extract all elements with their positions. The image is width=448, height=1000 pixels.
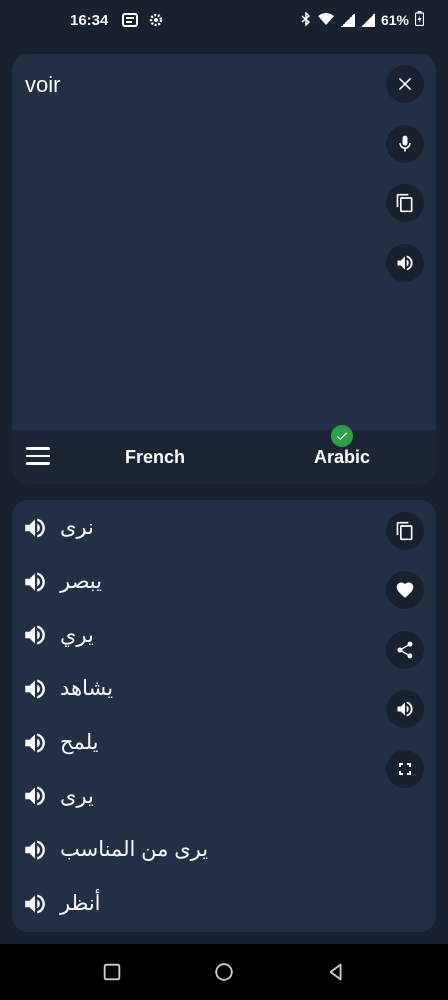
result-text: أنظر (60, 892, 101, 916)
home-icon[interactable] (213, 961, 235, 983)
close-icon (398, 77, 412, 91)
speak-result-button[interactable] (386, 690, 424, 728)
list-item[interactable]: يبصر (22, 554, 362, 608)
target-language[interactable]: Arabic (314, 447, 370, 468)
heart-icon (396, 582, 414, 598)
signal-icon (340, 13, 355, 27)
speaker-icon[interactable] (22, 622, 48, 648)
result-text: يري (60, 623, 94, 647)
status-indicators: 61% (301, 10, 425, 29)
notification-icon (122, 13, 139, 27)
list-item[interactable]: يرى (22, 768, 362, 822)
speaker-icon (397, 701, 413, 717)
list-item[interactable]: أنظر (22, 876, 362, 930)
result-list: نرى يبصر يري يشاهد يلمح يرى يرى من المنا… (22, 500, 362, 930)
list-item[interactable]: يشاهد (22, 661, 362, 715)
favorite-button[interactable] (386, 571, 424, 609)
clear-button[interactable] (386, 65, 424, 103)
bluetooth-icon (301, 10, 311, 29)
fullscreen-icon (399, 763, 411, 775)
speaker-icon (397, 255, 413, 271)
speak-input-button[interactable] (386, 244, 424, 282)
microphone-button[interactable] (386, 125, 424, 163)
list-item[interactable]: يري (22, 607, 362, 661)
speaker-icon[interactable] (22, 515, 48, 541)
recents-icon[interactable] (101, 961, 123, 983)
speaker-icon[interactable] (22, 569, 48, 595)
result-text: نرى (60, 516, 94, 540)
list-item[interactable]: يرى من المناسب (22, 822, 362, 876)
status-time: 16:34 (70, 11, 109, 29)
share-button[interactable] (386, 631, 424, 669)
check-icon (331, 425, 353, 447)
copy-icon (396, 193, 413, 213)
wifi-icon (317, 12, 335, 29)
speaker-icon[interactable] (22, 676, 48, 702)
microphone-icon (399, 135, 411, 152)
result-text: يرى من المناسب (60, 838, 209, 862)
signal-icon-2 (360, 13, 375, 27)
speaker-icon[interactable] (22, 783, 48, 809)
speaker-icon[interactable] (22, 891, 48, 917)
copy-icon (396, 521, 413, 541)
list-item[interactable]: نرى (22, 500, 362, 554)
back-icon[interactable] (325, 961, 347, 983)
result-text: يرى (60, 784, 94, 808)
speaker-icon[interactable] (22, 837, 48, 863)
fullscreen-button[interactable] (386, 750, 424, 788)
language-bar: French Arabic (12, 430, 436, 484)
system-nav-bar (0, 944, 448, 1000)
copy-result-button[interactable] (386, 512, 424, 550)
menu-icon[interactable] (26, 447, 50, 467)
source-language[interactable]: French (125, 447, 185, 468)
status-bar: 16:34 61% (0, 0, 448, 40)
results-panel: نرى يبصر يري يشاهد يلمح يرى يرى من المنا… (12, 500, 436, 932)
source-text-input[interactable]: voir (25, 72, 60, 98)
share-icon (397, 641, 413, 659)
speaker-icon[interactable] (22, 730, 48, 756)
result-text: يبصر (60, 570, 102, 594)
battery-icon (414, 11, 425, 29)
list-item[interactable]: يلمح (22, 715, 362, 769)
result-text: يشاهد (60, 677, 114, 701)
copy-input-button[interactable] (386, 184, 424, 222)
input-panel: voir French Arabic (12, 54, 436, 484)
settings-icon (148, 12, 164, 28)
battery-percent: 61% (380, 12, 409, 28)
result-text: يلمح (60, 731, 99, 755)
